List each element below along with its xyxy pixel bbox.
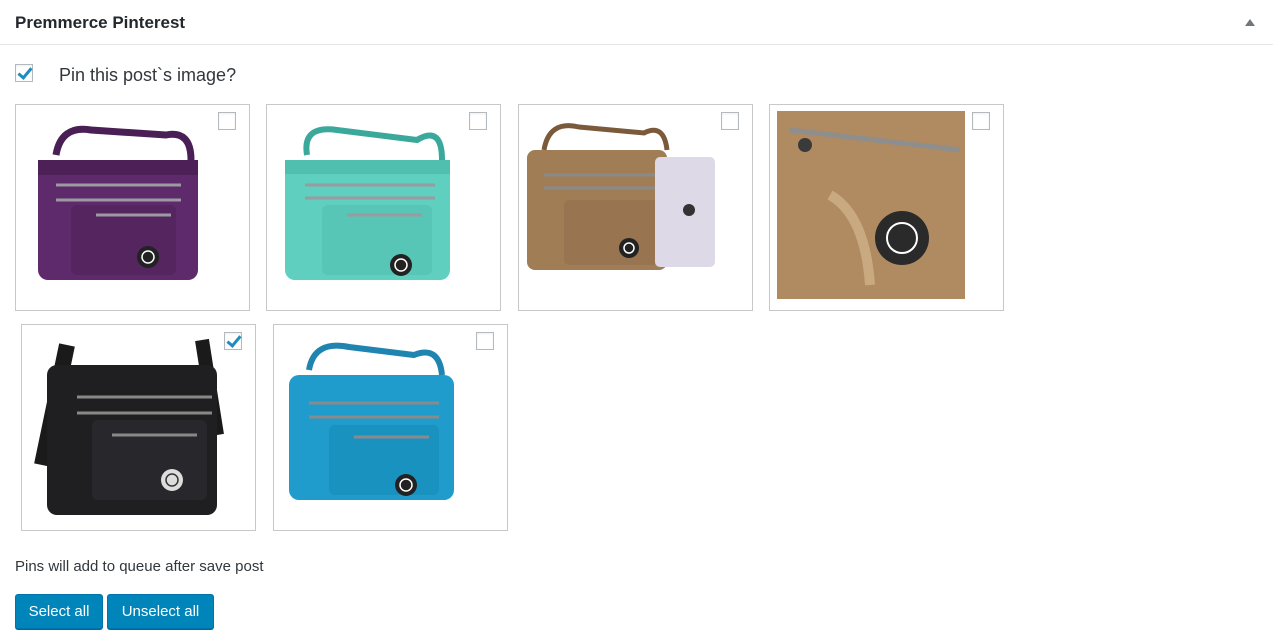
image-checkbox[interactable]	[476, 332, 494, 350]
bag-image-black	[34, 338, 224, 515]
image-checkbox[interactable]	[218, 112, 236, 130]
pin-image-label: Pin this post`s image?	[59, 65, 237, 85]
bag-image-purple	[38, 125, 198, 280]
image-checkbox[interactable]	[721, 112, 739, 130]
image-tile-mint[interactable]	[266, 104, 501, 311]
unselect-all-button[interactable]: Unselect all	[107, 594, 214, 629]
image-tile-tan-closeup[interactable]	[769, 104, 1004, 311]
image-tile-blue[interactable]	[273, 324, 508, 531]
image-checkbox[interactable]	[224, 332, 242, 350]
panel-header: Premmerce Pinterest	[0, 0, 1273, 45]
bag-image-tan-closeup	[777, 111, 965, 299]
bag-image-mint	[285, 126, 450, 280]
image-checkbox[interactable]	[972, 112, 990, 130]
bag-image-blue	[289, 342, 454, 500]
bag-image-tan-tablet	[527, 123, 715, 270]
image-tile-tan-tablet[interactable]	[518, 104, 753, 311]
image-tile-black[interactable]	[21, 324, 256, 531]
collapse-arrow-icon[interactable]	[1240, 14, 1260, 32]
queue-note: Pins will add to queue after save post	[15, 558, 264, 575]
select-all-button[interactable]: Select all	[15, 594, 103, 629]
panel-title: Premmerce Pinterest	[15, 13, 186, 32]
image-tile-purple[interactable]	[15, 104, 250, 311]
image-checkbox[interactable]	[469, 112, 487, 130]
pin-image-checkbox[interactable]	[15, 64, 33, 82]
